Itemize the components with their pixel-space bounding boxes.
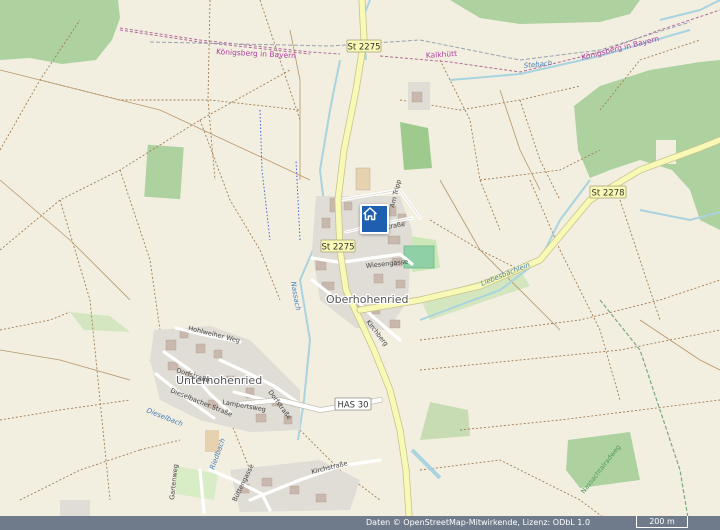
scale-bar: 200 m — [636, 516, 688, 528]
location-marker[interactable] — [360, 204, 389, 234]
residential-area-sw — [60, 500, 90, 516]
home-icon — [363, 207, 383, 227]
map-footer: Daten © OpenStreetMap-Mitwirkende, Lizen… — [0, 516, 720, 530]
road-shield-st2275-north: St 2275 — [346, 39, 382, 53]
svg-text:St 2278: St 2278 — [591, 189, 624, 199]
road-shield-has30: HAS 30 — [334, 397, 372, 411]
attribution-text[interactable]: Daten © OpenStreetMap-Mitwirkende, Lizen… — [366, 518, 590, 527]
map-layer: St 2275 St 2275 St 2278 HAS 30 Oberhohen… — [0, 0, 720, 530]
road-shield-st2275-south: St 2275 — [320, 239, 356, 253]
sports-pitch — [403, 245, 435, 269]
svg-text:St 2275: St 2275 — [321, 243, 354, 253]
svg-text:St 2275: St 2275 — [347, 43, 380, 53]
place-label-oberhohenried: Oberhohenried — [326, 293, 408, 306]
svg-text:HAS 30: HAS 30 — [337, 401, 368, 411]
map-canvas[interactable]: St 2275 St 2275 St 2278 HAS 30 Oberhohen… — [0, 0, 720, 530]
road-shield-st2278: St 2278 — [589, 185, 627, 199]
